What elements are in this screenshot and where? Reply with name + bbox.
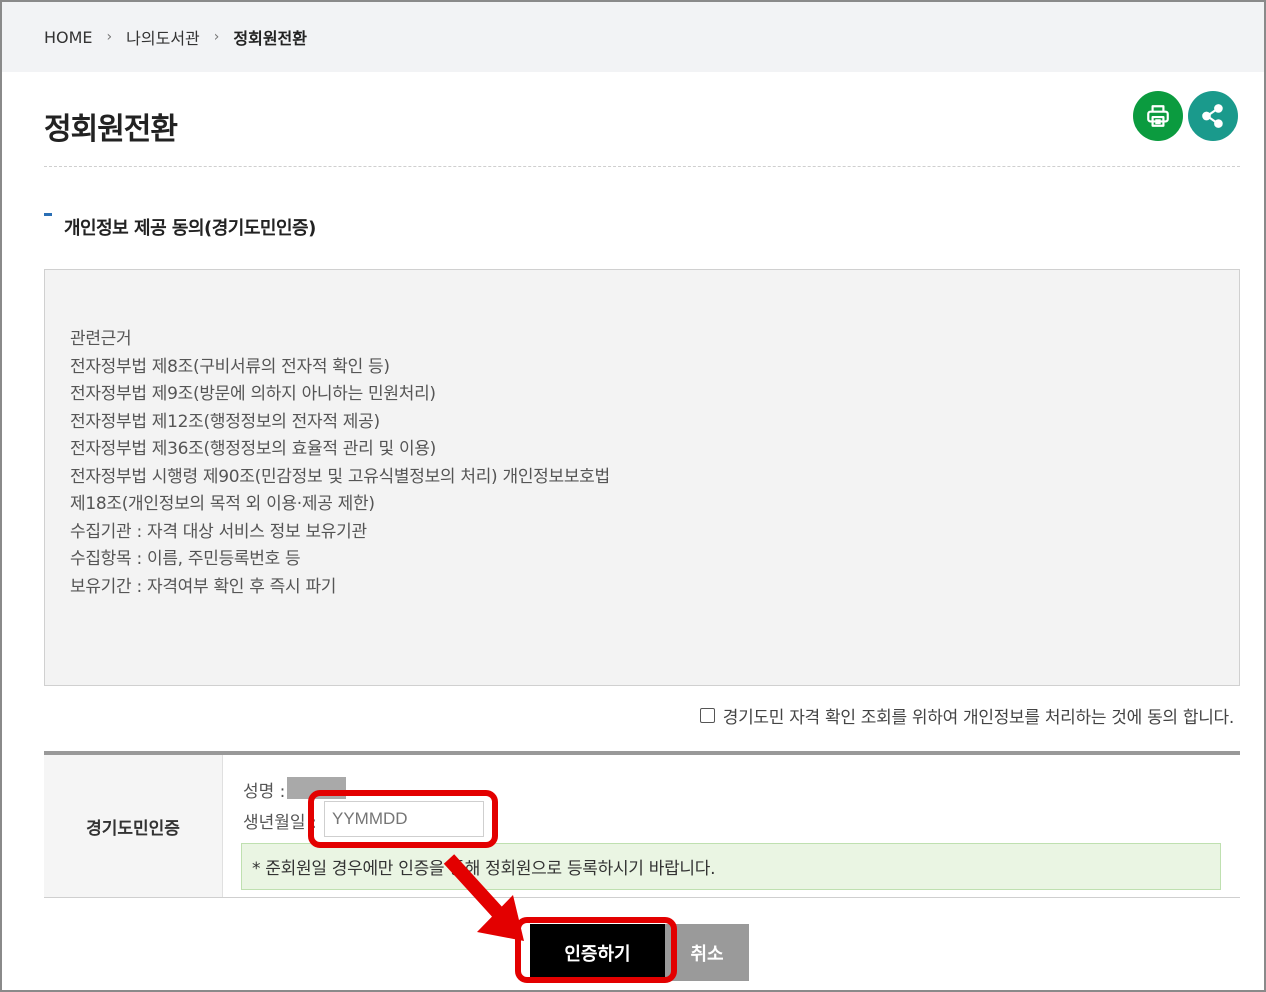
print-button[interactable] — [1133, 91, 1183, 141]
notice-message: * 준회원일 경우에만 인증을 통해 정회원으로 등록하시기 바랍니다. — [241, 843, 1221, 890]
name-label: 성명 : — [243, 782, 286, 802]
name-value-masked — [287, 777, 346, 799]
title-divider — [44, 166, 1240, 167]
terms-line: 전자정부법 제9조(방문에 의하지 아니하는 민원처리) — [70, 384, 436, 404]
chevron-right-icon: › — [106, 29, 113, 45]
section-title: 개인정보 제공 동의(경기도민인증) — [64, 218, 316, 239]
agree-row[interactable]: 경기도민 자격 확인 조회를 위하여 개인정보를 처리하는 것에 동의 합니다. — [699, 703, 1235, 728]
terms-line: 보유기간 : 자격여부 확인 후 즉시 파기 — [70, 576, 337, 597]
terms-line: 전자정부법 시행령 제90조(민감정보 및 고유식별정보의 처리) 개인정보보호… — [70, 466, 610, 487]
agree-label: 경기도민 자격 확인 조회를 위하여 개인정보를 처리하는 것에 동의 합니다. — [722, 708, 1235, 728]
auth-header: 경기도민인증 — [44, 755, 223, 897]
terms-line: 전자정부법 제8조(구비서류의 전자적 확인 등) — [70, 356, 390, 377]
share-button[interactable] — [1188, 91, 1238, 141]
terms-line: 관련근거 — [70, 329, 132, 349]
terms-line: 제18조(개인정보의 목적 외 이용·제공 제한) — [70, 494, 375, 514]
terms-line: 수집기관 : 자격 대상 서비스 정보 보유기관 — [70, 521, 367, 542]
agree-checkbox[interactable] — [699, 708, 715, 723]
terms-line: 수집항목 : 이름, 주민등록번호 등 — [70, 549, 301, 569]
verify-button[interactable]: 인증하기 — [530, 924, 665, 981]
cancel-button[interactable]: 취소 — [665, 924, 749, 981]
terms-line: 전자정부법 제36조(행정정보의 효율적 관리 및 이용) — [70, 439, 437, 459]
breadcrumb-current: 정회원전환 — [233, 29, 307, 48]
breadcrumb-my-library[interactable]: 나의도서관 — [126, 25, 200, 49]
birthdate-input[interactable] — [324, 801, 484, 837]
share-icon — [1202, 104, 1223, 128]
breadcrumb-home[interactable]: HOME — [44, 28, 93, 47]
terms-box[interactable]: 관련근거 전자정부법 제8조(구비서류의 전자적 확인 등) 전자정부법 제9조… — [44, 269, 1240, 686]
terms-line: 전자정부법 제12조(행정정보의 전자적 제공) — [70, 411, 380, 432]
birthdate-label: 생년월일 : — [243, 813, 317, 833]
auth-table: 경기도민인증 성명 : 생년월일 : * 준회원일 경우에만 인증을 통해 정회… — [44, 751, 1240, 898]
print-icon — [1147, 105, 1169, 127]
chevron-right-icon: › — [213, 29, 220, 45]
breadcrumb: HOME › 나의도서관 › 정회원전환 — [2, 2, 1264, 72]
section-marker — [44, 213, 52, 216]
page-title: 정회원전환 — [44, 112, 178, 147]
